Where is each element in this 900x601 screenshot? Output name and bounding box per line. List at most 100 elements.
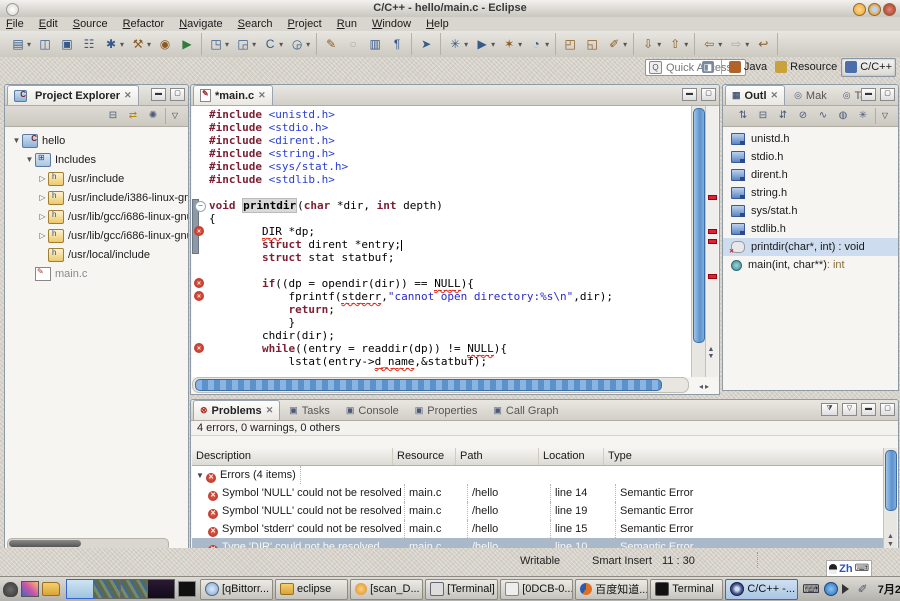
close-icon[interactable]: ✕	[771, 90, 779, 101]
open-element-button[interactable]: ◰	[559, 33, 581, 55]
column-header-description[interactable]: Description	[192, 448, 393, 465]
dropdown-arrow-icon[interactable]: ▾	[518, 40, 522, 49]
group-twistie-icon[interactable]: ▼	[196, 467, 206, 484]
run-button[interactable]: ▶▾	[471, 33, 498, 55]
menu-search[interactable]: Search	[238, 18, 273, 30]
forward-button[interactable]: ⇨▾	[725, 33, 752, 55]
save-all-button[interactable]: ▣	[56, 33, 78, 55]
column-header-location[interactable]: Location	[539, 448, 604, 465]
sort-icon[interactable]: ⇅	[735, 108, 751, 124]
code-line[interactable]: #include <sys/stat.h>	[192, 160, 690, 173]
maximize-view-icon[interactable]: ▢	[880, 88, 895, 101]
outline-item-stdio-h[interactable]: stdio.h	[723, 148, 898, 166]
new-wizard-button[interactable]: ▤▾	[7, 33, 34, 55]
code-line[interactable]	[192, 264, 690, 277]
tab-properties[interactable]: ▣Properties	[408, 400, 485, 420]
outline-item-main[interactable]: main(int, char**) : int	[723, 256, 898, 274]
dropdown-arrow-icon[interactable]: ▾	[252, 40, 256, 49]
show-whitespace-button[interactable]: ¶	[386, 33, 408, 55]
overview-error-mark[interactable]	[708, 239, 717, 244]
scroll-arrows[interactable]: ▲▼	[884, 533, 897, 549]
code-line[interactable]: ✕ if((dp = opendir(dir)) == NULL){	[192, 277, 690, 290]
previous-annotation-button[interactable]: ⇧▾	[664, 33, 691, 55]
column-header-path[interactable]: Path	[456, 448, 539, 465]
fcitx-tray-icon[interactable]	[824, 582, 838, 596]
tree-item-hello[interactable]: ▼hello	[5, 131, 188, 150]
menu-refactor[interactable]: Refactor	[123, 18, 165, 30]
dropdown-arrow-icon[interactable]: ▾	[745, 40, 749, 49]
problems-vertical-scrollbar[interactable]: ▲▼	[883, 448, 897, 549]
scrollbar-thumb[interactable]	[885, 450, 897, 511]
dropdown-arrow-icon[interactable]: ▾	[657, 40, 661, 49]
code-line[interactable]: {	[192, 212, 690, 225]
error-marker-icon[interactable]: ✕	[194, 343, 204, 353]
volume-tray-icon[interactable]	[842, 584, 854, 594]
code-line[interactable]: chdir(dir);	[192, 329, 690, 342]
problem-row[interactable]: ✕Symbol 'NULL' could not be resolvedmain…	[192, 502, 884, 520]
next-annotation-button[interactable]: ⇩▾	[637, 33, 664, 55]
close-icon[interactable]: ✕	[258, 90, 266, 101]
minimize-view-icon[interactable]: ▬	[151, 88, 166, 101]
code-line[interactable]: #include <dirent.h>	[192, 134, 690, 147]
code-line[interactable]: #include <stdio.h>	[192, 121, 690, 134]
error-group-row[interactable]: ▼✕Errors (4 items)	[192, 466, 884, 484]
open-resource-button[interactable]: ◱	[581, 33, 603, 55]
new-star-button[interactable]: ✳▾	[444, 33, 471, 55]
tree-item--usr-local-include[interactable]: /usr/local/include	[5, 245, 188, 264]
close-icon[interactable]: ✕	[266, 405, 274, 416]
overview-error-mark[interactable]	[708, 229, 717, 234]
dropdown-arrow-icon[interactable]: ▾	[147, 40, 151, 49]
save-button[interactable]: ◫	[34, 33, 56, 55]
maximize-view-icon[interactable]: ▢	[170, 88, 185, 101]
problem-row[interactable]: ✕Symbol 'stderr' could not be resolvedma…	[192, 520, 884, 538]
dropdown-arrow-icon[interactable]: ▾	[684, 40, 688, 49]
minimize-view-icon[interactable]: ▬	[861, 403, 876, 416]
view-menu-icon[interactable]: ▽	[165, 108, 184, 124]
dropdown-arrow-icon[interactable]: ▾	[225, 40, 229, 49]
tab-console[interactable]: ▣Console	[339, 400, 406, 420]
hscroll-arrows[interactable]: ◂▸	[690, 379, 718, 393]
link-with-editor-icon[interactable]: ⇄	[125, 108, 141, 124]
overview-ruler[interactable]	[705, 106, 718, 377]
error-marker-icon[interactable]: ✕	[194, 278, 204, 288]
code-line[interactable]: lstat(entry->d_name,&statbuf);	[192, 355, 690, 368]
menu-navigate[interactable]: Navigate	[179, 18, 222, 30]
menu-window[interactable]: Window	[372, 18, 411, 30]
open-console-button[interactable]: ▥	[364, 33, 386, 55]
scroll-arrows[interactable]: ▲▼	[705, 346, 717, 360]
maximize-view-icon[interactable]: ▢	[880, 403, 895, 416]
taskbar-button-ffox[interactable]: 百度知道...	[575, 579, 648, 600]
collapse-all-icon[interactable]: ⊟	[755, 108, 771, 124]
tab-mak[interactable]: ◎Mak	[787, 85, 834, 105]
dropdown-arrow-icon[interactable]: ▾	[120, 40, 124, 49]
code-line[interactable]: ✕ DIR *dp;	[192, 225, 690, 238]
menu-help[interactable]: Help	[426, 18, 449, 30]
code-line[interactable]: #include <string.h>	[192, 147, 690, 160]
terminal-thumbnail[interactable]	[178, 581, 196, 597]
last-edit-location-button[interactable]: ↩	[752, 33, 774, 55]
scrollbar-thumb[interactable]	[195, 379, 662, 391]
code-line[interactable]: −void printdir(char *dir, int depth)	[192, 199, 690, 212]
tab-tasks[interactable]: ▣Tasks	[282, 400, 337, 420]
code-line[interactable]: }	[192, 316, 690, 329]
tree-item--usr-lib-gcc-i686-linux-gnu-4-7-[interactable]: ▷/usr/lib/gcc/i686-linux-gnu/4.7/	[5, 207, 188, 226]
debug-button[interactable]: ✶▾	[498, 33, 525, 55]
tab-call-graph[interactable]: ▣Call Graph	[486, 400, 565, 420]
file-manager-icon[interactable]	[42, 582, 60, 596]
tree-twistie-icon[interactable]: ▼	[11, 136, 22, 145]
minimize-editor-icon[interactable]: ▬	[682, 88, 697, 101]
outline-item-printdir[interactable]: printdir(char*, int) : void	[723, 238, 898, 256]
close-icon[interactable]: ✕	[124, 90, 132, 101]
collapse-all-icon[interactable]: ⊟	[105, 108, 121, 124]
menu-edit[interactable]: Edit	[39, 18, 58, 30]
overview-error-mark[interactable]	[708, 195, 717, 200]
input-method-indicator[interactable]: Zh ⌨	[826, 560, 872, 577]
view-menu-icon[interactable]: ▽	[842, 403, 857, 416]
back-button[interactable]: ⇦▾	[698, 33, 725, 55]
new-class-button[interactable]: C▾	[259, 33, 286, 55]
close-button[interactable]	[883, 3, 896, 16]
gnome-menu-icon[interactable]	[3, 582, 18, 597]
error-marker-icon[interactable]: ✕	[194, 226, 204, 236]
taskbar-button-doc[interactable]: [0DCB-0...	[500, 579, 573, 600]
run-binary-button[interactable]: ◉	[154, 33, 176, 55]
